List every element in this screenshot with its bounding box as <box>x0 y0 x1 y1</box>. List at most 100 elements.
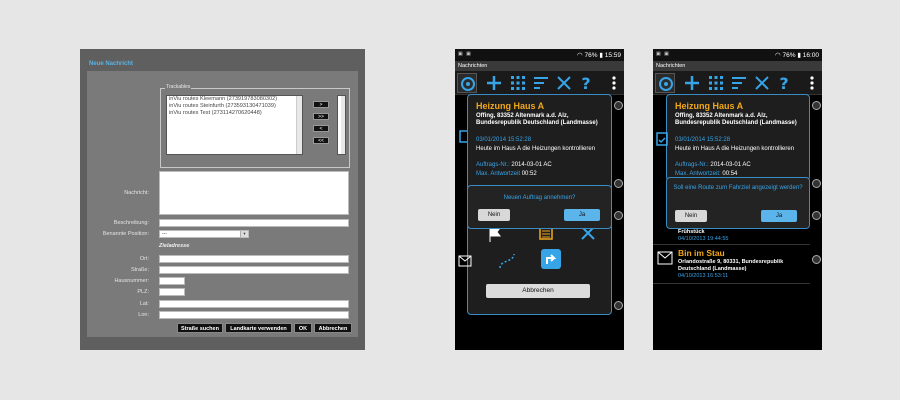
grid-icon[interactable] <box>707 74 725 92</box>
help-icon[interactable]: ? <box>775 74 793 92</box>
grid-icon[interactable] <box>509 74 527 92</box>
sort-icon[interactable] <box>730 74 748 92</box>
selected-trackables-list[interactable] <box>337 95 346 155</box>
list-item[interactable]: Frühstück 04/10/2013 19:44:55 <box>653 229 810 245</box>
add-button[interactable]: > <box>313 101 329 108</box>
remove-button[interactable]: < <box>313 125 329 132</box>
mail-icon <box>657 251 673 265</box>
list-item[interactable]: inViu routes Test (273114270620448) <box>167 110 302 117</box>
battery-icon: ▮ <box>599 52 603 59</box>
scroll-indicators <box>810 95 822 350</box>
scrollbar[interactable] <box>296 96 302 154</box>
app-title: Nachrichten <box>455 61 624 71</box>
no-button[interactable]: Nein <box>675 210 707 222</box>
message-card: Heizung Haus A Offing, 83352 Altenmark a… <box>666 94 810 181</box>
position-select[interactable]: --- ▼ <box>159 230 249 238</box>
lat-input[interactable] <box>159 300 349 308</box>
nachricht-textarea[interactable] <box>159 171 349 215</box>
status-time: 16:00 <box>802 52 819 59</box>
message-address: Offing, 83352 Altenmark a.d. Alz, Bundes… <box>675 113 797 126</box>
hausnummer-input[interactable] <box>159 277 185 285</box>
indicator-dot <box>812 211 821 220</box>
list-item[interactable]: Bin im Stau Orlandostraße 9, 80331, Bund… <box>653 246 810 284</box>
message-text: Heute im Haus A die Heizungen kontrollie… <box>476 146 596 152</box>
app-logo-icon[interactable] <box>457 73 477 93</box>
message-date: 03/01/2014 15:52:28 <box>476 137 532 143</box>
message-title: Bin im Stau <box>678 248 725 258</box>
cancel-button[interactable]: Abbrechen <box>314 323 352 333</box>
new-message-form: Neue Nachricht Trackables inViu routes K… <box>80 49 365 350</box>
message-title: Heizung Haus A <box>476 101 545 111</box>
navigate-icon[interactable] <box>540 248 562 270</box>
plz-input[interactable] <box>159 288 185 296</box>
add-all-button[interactable]: >> <box>313 113 329 120</box>
indicator-dot <box>614 101 623 110</box>
add-icon[interactable] <box>485 74 503 92</box>
form-body: Trackables inViu routes Kleemann (273919… <box>87 71 358 337</box>
lat-label: Lat: <box>139 301 149 307</box>
battery-icon: ▮ <box>797 52 801 59</box>
status-right: ◠ 76% ▮ 16:00 <box>775 51 819 59</box>
ok-button[interactable]: OK <box>294 323 312 333</box>
message-address: Offing, 83352 Altenmark a.d. Alz, Bundes… <box>476 113 598 126</box>
phone-screen-1: ▣ ▣ ◠ 76% ▮ 15:59 Nachrichten ? Heizung … <box>455 49 624 350</box>
antwort-value: 00:52 <box>521 171 537 177</box>
remove-all-button[interactable]: << <box>313 137 329 144</box>
route-icon[interactable] <box>496 250 518 272</box>
form-title: Neue Nachricht <box>89 61 134 67</box>
wifi-icon: ◠ <box>775 52 781 59</box>
message-text: Heute im Haus A die Heizungen kontrollie… <box>675 146 795 152</box>
position-label: Benannte Position: <box>102 231 149 237</box>
yes-button[interactable]: Ja <box>564 209 600 221</box>
lon-input[interactable] <box>159 311 349 319</box>
battery-text: 76% <box>584 52 598 59</box>
trackables-fieldset: Trackables inViu routes Kleemann (273919… <box>160 84 350 168</box>
no-button[interactable]: Nein <box>478 209 510 221</box>
status-bar: ▣ ▣ ◠ 76% ▮ 15:59 <box>455 49 624 61</box>
ort-label: Ort: <box>139 256 149 262</box>
close-icon[interactable] <box>753 74 771 92</box>
beschreibung-label: Beschreibung: <box>113 220 149 226</box>
auftrag-value: 2014-03-01 AC <box>511 162 552 168</box>
close-icon[interactable] <box>555 74 573 92</box>
wifi-icon: ◠ <box>577 52 583 59</box>
ort-input[interactable] <box>159 255 349 263</box>
cancel-button[interactable]: Abbrechen <box>486 284 590 298</box>
zieladresse-heading: Zieladresse <box>159 243 190 249</box>
message-date: 03/01/2014 15:52:28 <box>675 137 731 143</box>
message-date: 04/10/2013 19:44:55 <box>678 236 729 242</box>
sort-icon[interactable] <box>532 74 550 92</box>
strasse-label: Straße: <box>130 267 149 273</box>
list-item[interactable]: inViu routes Steinfurth (273593130471039… <box>167 103 302 110</box>
chevron-down-icon[interactable]: ▼ <box>240 231 248 237</box>
list-item[interactable]: inViu routes Kleemann (273919783080302) <box>167 96 302 103</box>
confirm-dialog: Neuen Auftrag annehmen? Nein Ja <box>467 185 612 229</box>
overflow-menu-icon[interactable] <box>605 74 623 92</box>
select-value: --- <box>162 231 167 237</box>
strasse-input[interactable] <box>159 266 349 274</box>
app-logo-icon[interactable] <box>655 73 675 93</box>
indicator-dot <box>614 211 623 220</box>
indicator-dot <box>812 179 821 188</box>
beschreibung-input[interactable] <box>159 219 349 227</box>
street-search-button[interactable]: Straße suchen <box>177 323 223 333</box>
status-right: ◠ 76% ▮ 15:59 <box>577 51 621 59</box>
indicator-dot <box>812 255 821 264</box>
add-icon[interactable] <box>683 74 701 92</box>
message-address: Frühstück <box>678 229 705 235</box>
trackables-legend: Trackables <box>165 84 192 90</box>
help-icon[interactable]: ? <box>577 74 595 92</box>
nachricht-label: Nachricht: <box>124 190 149 196</box>
message-title: Heizung Haus A <box>675 101 744 111</box>
trackables-list[interactable]: inViu routes Kleemann (273919783080302) … <box>166 95 303 155</box>
notification-icons: ▣ ▣ <box>656 51 670 57</box>
mail-icon <box>458 255 472 267</box>
battery-text: 76% <box>782 52 796 59</box>
notification-icons: ▣ ▣ <box>458 51 472 57</box>
overflow-menu-icon[interactable] <box>803 74 821 92</box>
auftrag-row: Auftrags-Nr.: 2014-03-01 AC <box>675 162 751 168</box>
yes-button[interactable]: Ja <box>761 210 797 222</box>
toolbar: ? <box>455 71 624 95</box>
use-map-button[interactable]: Landkarte verwenden <box>225 323 292 333</box>
status-bar: ▣ ▣ ◠ 76% ▮ 16:00 <box>653 49 822 61</box>
